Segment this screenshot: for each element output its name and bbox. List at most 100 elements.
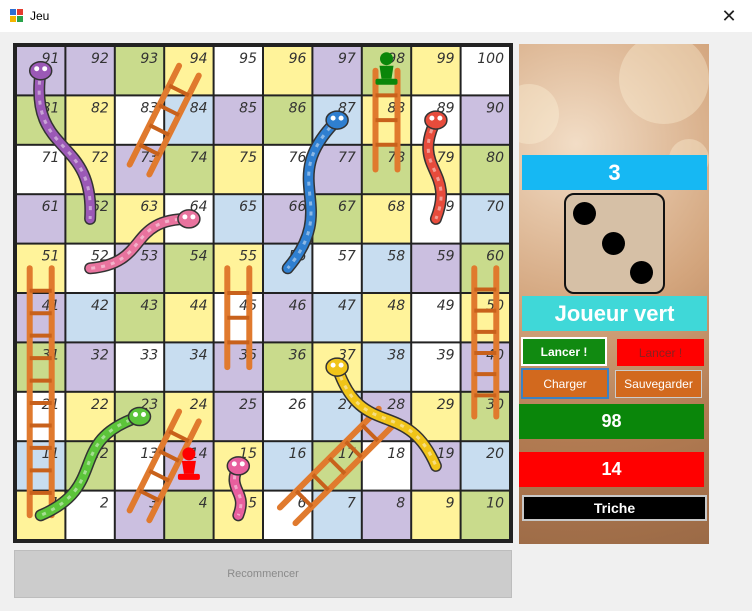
square-number: 65 <box>239 199 257 215</box>
square-number: 26 <box>289 397 307 413</box>
square-number: 95 <box>239 51 257 67</box>
snake-eye <box>42 66 48 72</box>
snake-eye <box>133 412 138 417</box>
snake-eye <box>34 66 40 72</box>
current-player-label: Joueur vert <box>522 296 707 331</box>
square-number: 24 <box>190 397 208 413</box>
snake-head <box>177 209 201 229</box>
charger-button[interactable]: Charger <box>521 368 609 399</box>
square-number: 84 <box>190 100 208 116</box>
square-number: 53 <box>140 249 158 265</box>
snake-eye <box>141 412 146 417</box>
snake-head <box>226 456 251 476</box>
snake-head <box>325 357 349 377</box>
square-number: 66 <box>289 199 307 215</box>
snake-eye <box>231 461 237 467</box>
square-number: 34 <box>190 347 208 363</box>
snake-head <box>28 60 53 81</box>
square-number: 22 <box>91 397 109 413</box>
app-icon <box>10 9 23 22</box>
close-button[interactable]: ✕ <box>706 0 752 32</box>
square-number: 48 <box>387 298 405 314</box>
square-number: 29 <box>437 397 455 413</box>
square-number: 67 <box>338 199 356 215</box>
red-player-position: 14 <box>519 452 704 487</box>
sauvegarder-button[interactable]: Sauvegarder <box>615 370 702 398</box>
dice-value: 3 <box>522 155 707 190</box>
window-title: Jeu <box>30 9 50 23</box>
square-number: 71 <box>42 150 60 166</box>
lancer-red-button[interactable]: Lancer ! <box>617 339 704 366</box>
snake-eye <box>437 115 443 121</box>
square-number: 47 <box>338 298 356 314</box>
square-number: 2 <box>100 496 109 512</box>
square-number: 68 <box>387 199 405 215</box>
square-number: 61 <box>42 199 60 215</box>
square-number: 7 <box>347 496 356 512</box>
square-number: 100 <box>477 51 504 67</box>
square-number: 86 <box>289 100 307 116</box>
bokeh-light <box>619 44 709 124</box>
square-number: 36 <box>289 347 307 363</box>
square-number: 38 <box>387 347 405 363</box>
square-number: 25 <box>239 397 257 413</box>
square-number: 60 <box>486 249 504 265</box>
square-number: 74 <box>190 150 208 166</box>
square-number: 93 <box>140 51 158 67</box>
square-number: 32 <box>91 347 109 363</box>
square-number: 51 <box>42 249 60 265</box>
snake-eye <box>429 115 435 121</box>
square-number: 44 <box>190 298 208 314</box>
square-number: 49 <box>437 298 455 314</box>
square-number: 4 <box>199 496 208 512</box>
square-number: 80 <box>486 150 504 166</box>
snake-head <box>127 406 152 427</box>
square-number: 70 <box>486 199 504 215</box>
square-number: 92 <box>91 51 109 67</box>
square-number: 76 <box>289 150 307 166</box>
close-icon: ✕ <box>721 5 737 26</box>
square-number: 33 <box>140 347 158 363</box>
square-number: 42 <box>91 298 109 314</box>
snake-eye <box>182 214 188 220</box>
title-bar: Jeu ✕ <box>0 0 752 32</box>
square-number: 20 <box>486 446 504 462</box>
square-number: 63 <box>140 199 158 215</box>
square-number: 8 <box>396 496 405 512</box>
snake-head <box>424 110 448 130</box>
square-number: 82 <box>91 100 109 116</box>
game-board: 9192939495969798991008182838485868788899… <box>13 43 513 543</box>
square-number: 16 <box>289 446 307 462</box>
square-number: 54 <box>190 249 208 265</box>
recommencer-button[interactable]: Recommencer <box>14 550 512 598</box>
square-number: 96 <box>289 51 307 67</box>
square-number: 79 <box>437 150 455 166</box>
lancer-green-button[interactable]: Lancer ! <box>521 337 607 366</box>
square-number: 77 <box>338 150 356 166</box>
square-number: 18 <box>387 446 405 462</box>
square-number: 57 <box>338 249 356 265</box>
square-number: 59 <box>437 249 455 265</box>
square-number: 58 <box>387 249 405 265</box>
square-number: 10 <box>486 496 504 512</box>
snake-head <box>325 110 349 130</box>
square-number: 97 <box>338 51 356 67</box>
triche-button[interactable]: Triche <box>522 495 707 521</box>
dice-pip <box>573 202 596 225</box>
control-panel: 3 Joueur vert Lancer ! Lancer ! Charger … <box>519 44 709 544</box>
square-number: 28 <box>387 397 405 413</box>
board-svg: 9192939495969798991008182838485868788899… <box>13 43 513 543</box>
snake-eye <box>330 362 336 368</box>
dice-pip <box>602 232 625 255</box>
square-number: 43 <box>140 298 158 314</box>
snake-eye <box>338 115 344 121</box>
snake-eye <box>190 214 196 220</box>
dice-face-icon[interactable] <box>564 193 665 294</box>
square-number: 72 <box>91 150 109 166</box>
square-number: 39 <box>437 347 455 363</box>
dice-pip <box>630 261 653 284</box>
square-number: 94 <box>190 51 208 67</box>
square-number: 5 <box>248 496 257 512</box>
snake-eye <box>338 362 344 368</box>
bokeh-light <box>519 84 559 144</box>
